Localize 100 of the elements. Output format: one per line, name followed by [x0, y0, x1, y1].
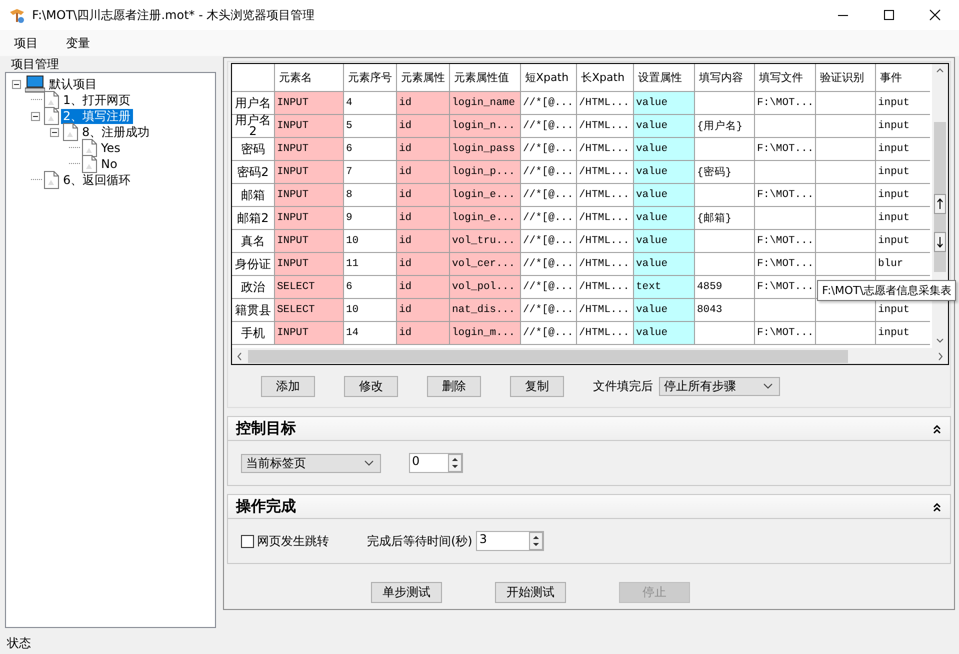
document-icon: [44, 171, 59, 189]
table-cell: /HTML...: [577, 322, 634, 345]
table-cell: /HTML...: [577, 115, 634, 138]
table-cell: INPUT: [275, 230, 344, 253]
test-button[interactable]: 单步测试: [371, 582, 442, 603]
target-dropdown[interactable]: 当前标签页: [241, 454, 381, 472]
table-cell: [816, 253, 876, 276]
table-cell: [816, 230, 876, 253]
table-cell: value: [634, 115, 695, 138]
wait-spinner[interactable]: 3: [476, 531, 544, 551]
tree-item[interactable]: Yes: [99, 140, 122, 156]
table-cell: 6: [344, 276, 397, 299]
checkbox-label: 网页发生跳转: [257, 532, 329, 550]
table-cell: {邮箱}: [695, 207, 755, 230]
table-cell: {密码}: [695, 161, 755, 184]
table-cell: /HTML...: [577, 230, 634, 253]
table-cell: F:\MOT...: [755, 253, 816, 276]
table-cell: SELECT: [275, 276, 344, 299]
table-cell: F:\MOT...: [755, 184, 816, 207]
table-cell: value: [634, 207, 695, 230]
table-cell: //*[@...: [521, 184, 577, 207]
action-button[interactable]: 复制: [510, 376, 564, 396]
index-spinner[interactable]: 0: [409, 453, 463, 473]
header-corner: [232, 64, 275, 92]
table-cell: value: [634, 253, 695, 276]
table-cell: vol_cer...: [450, 253, 521, 276]
menu-item[interactable]: 变量: [62, 34, 94, 52]
collapse-icon[interactable]: [932, 502, 942, 512]
table-cell: 5: [344, 115, 397, 138]
scrollbar-thumb[interactable]: [248, 350, 848, 362]
table-cell: 8043: [695, 299, 755, 322]
action-button[interactable]: 删除: [427, 376, 481, 396]
table-cell: [816, 161, 876, 184]
close-icon[interactable]: [929, 9, 941, 21]
table-cell: value: [634, 230, 695, 253]
table-cell: F:\MOT...: [755, 138, 816, 161]
table-cell: [755, 299, 816, 322]
menu-item[interactable]: 项目: [10, 34, 42, 52]
table-cell: //*[@...: [521, 299, 577, 322]
maximize-icon[interactable]: [883, 9, 895, 21]
table-cell: /HTML...: [577, 92, 634, 115]
table-cell: INPUT: [275, 253, 344, 276]
table-cell: id: [397, 207, 450, 230]
table-cell: value: [634, 184, 695, 207]
table-cell: [816, 322, 876, 345]
tree-item[interactable]: 2、填写注册: [61, 108, 133, 124]
action-button[interactable]: 添加: [261, 376, 315, 396]
table-cell: [695, 184, 755, 207]
table-cell: [755, 207, 816, 230]
spin-arrows-icon[interactable]: [448, 454, 462, 472]
tree-item[interactable]: No: [99, 156, 120, 172]
table-cell: login_e...: [450, 207, 521, 230]
table-cell: //*[@...: [521, 322, 577, 345]
table-cell: /HTML...: [577, 276, 634, 299]
action-button[interactable]: 修改: [344, 376, 398, 396]
table-cell: [816, 115, 876, 138]
document-icon: [44, 91, 59, 109]
section-title: 操作完成: [236, 497, 296, 516]
table-cell: 10: [344, 299, 397, 322]
table-cell: /HTML...: [577, 184, 634, 207]
collapse-icon[interactable]: [50, 128, 59, 136]
tooltip: F:\MOT\志愿者信息采集表: [817, 280, 956, 301]
collapse-icon[interactable]: [12, 80, 21, 88]
after-fill-dropdown[interactable]: 停止所有步骤: [659, 376, 780, 396]
collapse-icon[interactable]: [932, 424, 942, 434]
table-cell: [816, 184, 876, 207]
table-cell: [816, 138, 876, 161]
table-cell: id: [397, 184, 450, 207]
checkbox[interactable]: [241, 534, 254, 548]
app-icon: [8, 6, 26, 24]
tree-item[interactable]: 默认项目: [47, 76, 99, 92]
table-cell: vol_pol...: [450, 276, 521, 299]
tree-item[interactable]: 1、打开网页: [61, 92, 133, 108]
table-cell: value: [634, 138, 695, 161]
table-cell: F:\MOT...: [755, 322, 816, 345]
table-cell: nat_dis...: [450, 299, 521, 322]
spin-arrows-icon[interactable]: [529, 532, 544, 550]
table-cell: //*[@...: [521, 276, 577, 299]
table-cell: value: [634, 322, 695, 345]
table-cell: 8: [344, 184, 397, 207]
wait-label: 完成后等待时间(秒): [367, 532, 472, 550]
table-cell: text: [634, 276, 695, 299]
tree-item[interactable]: 8、注册成功: [80, 124, 152, 140]
table-cell: value: [634, 161, 695, 184]
table-cell: vol_tru...: [450, 230, 521, 253]
table-cell: id: [397, 299, 450, 322]
document-icon: [82, 139, 97, 157]
panel-title: 项目管理: [11, 56, 60, 72]
horizontal-scrollbar[interactable]: [232, 348, 948, 364]
table-cell: SELECT: [275, 299, 344, 322]
table-cell: /HTML...: [577, 299, 634, 322]
table-cell: [695, 322, 755, 345]
tree-item[interactable]: 6、返回循环: [61, 172, 133, 188]
table-cell: login_m...: [450, 322, 521, 345]
document-icon: [82, 155, 97, 173]
collapse-icon[interactable]: [31, 112, 40, 120]
table-cell: 11: [344, 253, 397, 276]
computer-icon: [25, 75, 45, 93]
test-button[interactable]: 开始测试: [495, 582, 566, 603]
caret-icon: [364, 460, 374, 466]
